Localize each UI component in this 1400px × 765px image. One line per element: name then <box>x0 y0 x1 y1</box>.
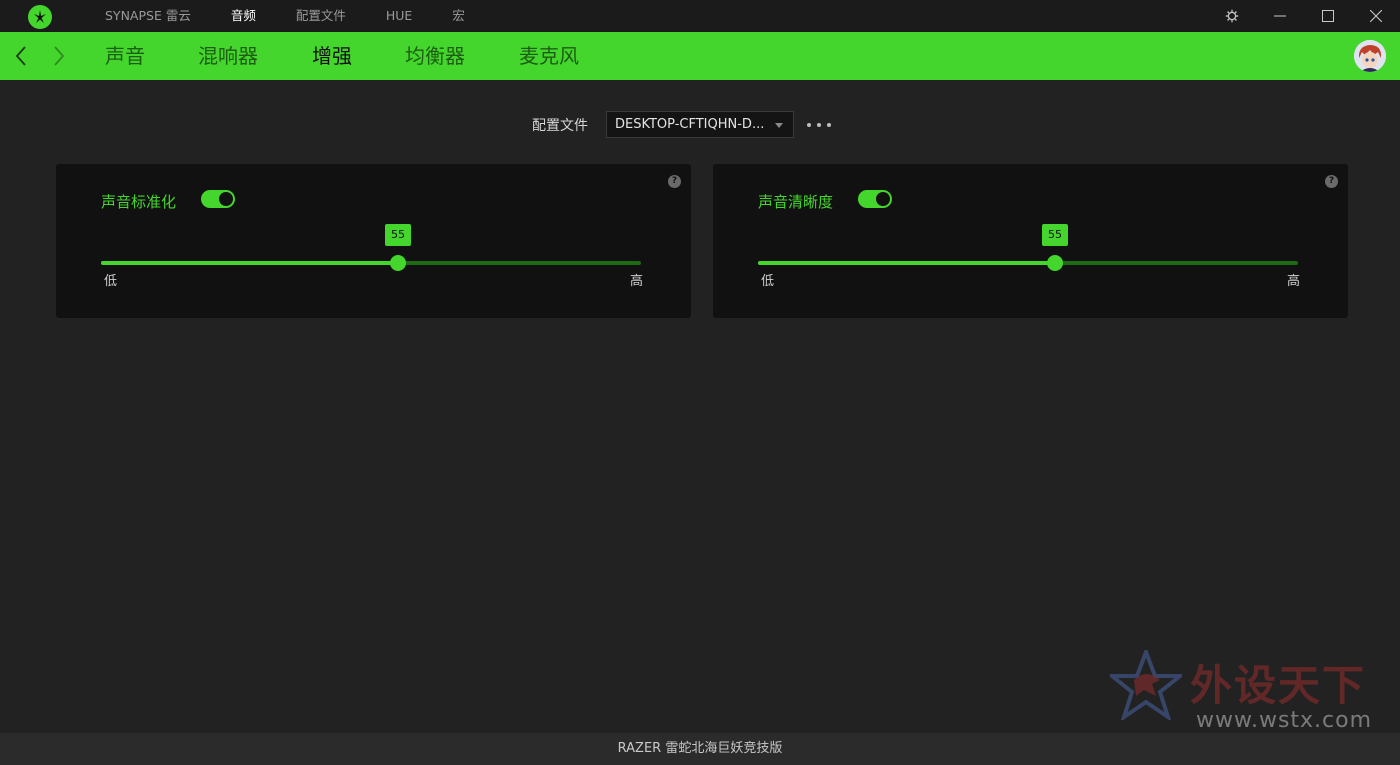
slider-max-label: 高 <box>1286 274 1300 289</box>
tab-equalizer[interactable]: 均衡器 <box>405 32 465 80</box>
audio-subnav: 声音 混响器 增强 均衡器 麦克风 <box>0 32 1400 80</box>
close-icon <box>1370 10 1382 22</box>
device-footer: RAZER 雷蛇北海巨妖竞技版 <box>0 733 1400 765</box>
profile-label: 配置文件 <box>532 118 588 134</box>
slider-value-badge: 55 <box>1042 224 1068 246</box>
slider-min-label: 低 <box>104 274 118 289</box>
settings-button[interactable] <box>1209 0 1255 32</box>
voice-clarity-slider[interactable]: 55 <box>758 224 1298 271</box>
more-dot-icon <box>817 123 821 127</box>
help-icon[interactable]: ? <box>668 175 681 188</box>
profile-selected-value: DESKTOP-CFTIQHN-D... <box>615 117 765 132</box>
title-bar: SYNAPSE 雷云 音频 配置文件 HUE 宏 <box>0 0 1400 32</box>
watermark-url: www.wstx.com <box>1196 708 1373 733</box>
voice-clarity-toggle[interactable] <box>858 190 892 208</box>
maximize-button[interactable] <box>1305 0 1351 32</box>
top-navigation: SYNAPSE 雷云 音频 配置文件 HUE 宏 <box>105 0 505 32</box>
razer-logo-icon[interactable] <box>28 5 52 29</box>
watermark: 外设天下 www.wstx.com <box>1110 650 1390 740</box>
slider-thumb[interactable] <box>390 255 406 271</box>
back-button[interactable] <box>9 44 33 68</box>
topnav-macro[interactable]: 宏 <box>452 0 465 32</box>
topnav-audio[interactable]: 音频 <box>231 0 256 32</box>
volume-normalization-slider[interactable]: 55 <box>101 224 641 271</box>
toggle-knob <box>219 192 233 206</box>
card-title: 声音清晰度 <box>758 193 834 211</box>
volume-normalization-toggle[interactable] <box>201 190 235 208</box>
chevron-right-icon <box>54 46 65 66</box>
tab-mixer[interactable]: 混响器 <box>198 32 258 80</box>
topnav-profiles[interactable]: 配置文件 <box>296 0 346 32</box>
help-icon[interactable]: ? <box>1325 175 1338 188</box>
chevron-down-icon <box>775 123 783 128</box>
topnav-synapse[interactable]: SYNAPSE 雷云 <box>105 0 191 32</box>
maximize-icon <box>1322 10 1334 22</box>
toggle-knob <box>876 192 890 206</box>
user-avatar[interactable] <box>1354 40 1386 72</box>
slider-max-label: 高 <box>629 274 643 289</box>
minimize-button[interactable] <box>1257 0 1303 32</box>
slider-value-badge: 55 <box>385 224 411 246</box>
slider-fill <box>758 261 1055 265</box>
chevron-left-icon <box>15 46 26 66</box>
slider-thumb[interactable] <box>1047 255 1063 271</box>
slider-min-label: 低 <box>761 274 775 289</box>
voice-clarity-card: 声音清晰度 ? 55 低 高 <box>713 164 1348 318</box>
profile-dropdown[interactable]: DESKTOP-CFTIQHN-D... <box>606 111 794 138</box>
watermark-text: 外设天下 <box>1190 661 1367 710</box>
more-dot-icon <box>807 123 811 127</box>
forward-button[interactable] <box>47 44 71 68</box>
gear-icon <box>1225 9 1239 23</box>
close-button[interactable] <box>1353 0 1399 32</box>
tab-enhancement[interactable]: 增强 <box>312 32 352 80</box>
tab-sound[interactable]: 声音 <box>105 32 145 80</box>
more-dot-icon <box>827 123 831 127</box>
tab-microphone[interactable]: 麦克风 <box>519 32 579 80</box>
card-title: 声音标准化 <box>101 193 177 211</box>
minimize-icon <box>1274 15 1286 17</box>
topnav-hue[interactable]: HUE <box>386 0 412 32</box>
volume-normalization-card: 声音标准化 ? 55 低 高 <box>56 164 691 318</box>
star-logo-icon <box>1110 650 1182 720</box>
slider-fill <box>101 261 398 265</box>
profile-more-button[interactable] <box>807 118 831 132</box>
